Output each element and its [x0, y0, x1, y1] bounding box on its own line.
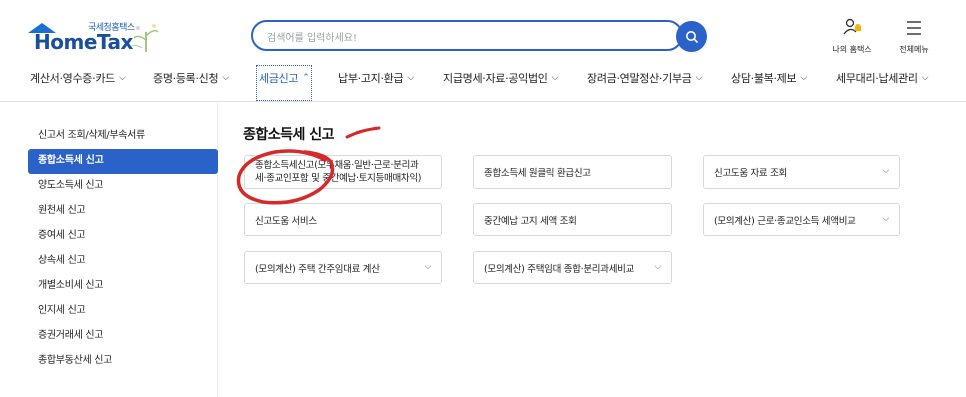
chevron-down-icon: ⌵ [921, 73, 929, 83]
nav-item-consultation[interactable]: 상담·불복·제보 ⌵ [731, 70, 807, 86]
card-sim-deemed-rent[interactable]: (모의계산) 주택 간주임대료 계산 ⌵ [244, 251, 442, 284]
nav-item-statements[interactable]: 지급명세·자료·공익법인 ⌵ [443, 70, 558, 86]
nav-item-receipts[interactable]: 계산서·영수증·카드 ⌵ [30, 70, 126, 86]
nav-item-label: 세무대리·납세관리 [836, 72, 918, 85]
nav-item-label: 세금신고 [259, 72, 299, 85]
nav-item-label: 납부·고지·환급 [338, 72, 404, 85]
nav-item-tax-filing[interactable]: 세금신고 ⌃ [259, 70, 310, 86]
logo-text: HomeTax [34, 30, 133, 54]
chevron-up-icon: ⌃ [302, 73, 310, 83]
sidebar-item-global-income-tax[interactable]: 종합소득세 신고 [28, 149, 218, 174]
chevron-down-icon: ⌵ [222, 73, 229, 83]
search-button[interactable] [676, 21, 707, 52]
chevron-down-icon: ⌵ [424, 262, 431, 272]
hamburger-icon [907, 21, 921, 35]
my-hometax-button[interactable]: 나의 홈택스 [827, 18, 877, 55]
card-label: 중간예납 고지 세액 조회 [484, 215, 577, 227]
chevron-down-icon: ⌵ [882, 214, 889, 224]
sidebar-item-stamp-tax[interactable]: 인지세 신고 [28, 299, 218, 324]
nav-item-payment[interactable]: 납부·고지·환급 ⌵ [338, 70, 414, 86]
search-input[interactable]: 검색어를 입력하세요! [251, 20, 683, 51]
sidebar-item-securities-tax[interactable]: 증권거래세 신고 [28, 324, 218, 349]
card-filing-help-data[interactable]: 신고도움 자료 조회 ⌵ [703, 155, 900, 189]
nav-item-certificates[interactable]: 증명·등록·신청 ⌵ [153, 70, 229, 86]
chevron-down-icon: ⌵ [118, 73, 126, 83]
card-label: (모의계산) 근로·종교인소득 세액비교 [714, 215, 856, 227]
nav-item-incentives[interactable]: 장려금·연말정산·기부금 ⌵ [587, 70, 702, 86]
card-interim-prepayment-lookup[interactable]: 중간예납 고지 세액 조회 [473, 203, 672, 236]
sidebar-item-excise-tax[interactable]: 개별소비세 신고 [28, 274, 218, 299]
plant-icon [131, 24, 159, 52]
card-label: 종합소득세 원클릭 환급신고 [484, 168, 591, 179]
header: 국세청홈택스 HomeTax 검색어를 입력하세요! 나의 홈택스 전체메뉴 [0, 0, 966, 60]
my-hometax-label: 나의 홈택스 [832, 45, 872, 54]
sidebar-item-inheritance-tax[interactable]: 상속세 신고 [28, 249, 218, 274]
nav-item-label: 장려금·연말정산·기부금 [587, 72, 692, 85]
chevron-down-icon: ⌵ [882, 166, 889, 176]
card-sim-labor-religious-compare[interactable]: (모의계산) 근로·종교인소득 세액비교 ⌵ [703, 203, 900, 236]
search-icon [685, 30, 698, 43]
card-label: 신고도움 서비스 [255, 215, 317, 227]
chevron-down-icon: ⌵ [654, 262, 661, 272]
nav-item-label: 증명·등록·신청 [153, 72, 219, 85]
chevron-down-icon: ⌵ [800, 73, 807, 83]
chevron-down-icon: ⌵ [407, 73, 414, 83]
page-title: 종합소득세 신고 [243, 127, 335, 143]
card-label: (모의계산) 주택임대 종합·분리과세비교 [484, 263, 635, 275]
nav-item-label: 지급명세·자료·공익법인 [443, 72, 548, 85]
all-menu-label: 전체메뉴 [899, 45, 929, 54]
card-sim-rental-tax-compare[interactable]: (모의계산) 주택임대 종합·분리과세비교 ⌵ [473, 251, 672, 284]
sidebar-item-property-tax[interactable]: 종합부동산세 신고 [28, 349, 218, 374]
sidebar-item-withholding-tax[interactable]: 원천세 신고 [28, 199, 218, 224]
red-circle-annotation [236, 149, 335, 205]
chevron-down-icon: ⌵ [695, 73, 703, 83]
search-placeholder: 검색어를 입력하세요! [267, 33, 357, 44]
red-underline-annotation [345, 126, 381, 139]
main-nav: 계산서·영수증·카드 ⌵ 증명·등록·신청 ⌵ 세금신고 ⌃ 납부·고지·환급 ⌵ 지급… [0, 62, 966, 102]
nav-item-label: 상담·불복·제보 [731, 72, 797, 85]
all-menu-button[interactable]: 전체메뉴 [889, 18, 939, 55]
sidebar-item-transfer-income-tax[interactable]: 양도소득세 신고 [28, 174, 218, 199]
card-label: 신고도움 자료 조회 [714, 168, 787, 179]
card-label: (모의계산) 주택 간주임대료 계산 [255, 263, 380, 275]
sidebar-item-return-lookup[interactable]: 신고서 조회/삭제/부속서류 [28, 124, 218, 149]
sidebar: 신고서 조회/삭제/부속서류 종합소득세 신고 양도소득세 신고 원천세 신고 … [28, 124, 218, 374]
user-bell-icon [843, 18, 862, 35]
sidebar-item-gift-tax[interactable]: 증여세 신고 [28, 224, 218, 249]
nav-item-tax-agent[interactable]: 세무대리·납세관리 ⌵ [836, 70, 929, 86]
nav-item-label: 계산서·영수증·카드 [30, 72, 115, 85]
chevron-down-icon: ⌵ [551, 73, 559, 83]
hometax-logo[interactable]: 국세청홈택스 HomeTax [28, 20, 168, 56]
card-oneclick-refund[interactable]: 종합소득세 원클릭 환급신고 [473, 155, 672, 189]
